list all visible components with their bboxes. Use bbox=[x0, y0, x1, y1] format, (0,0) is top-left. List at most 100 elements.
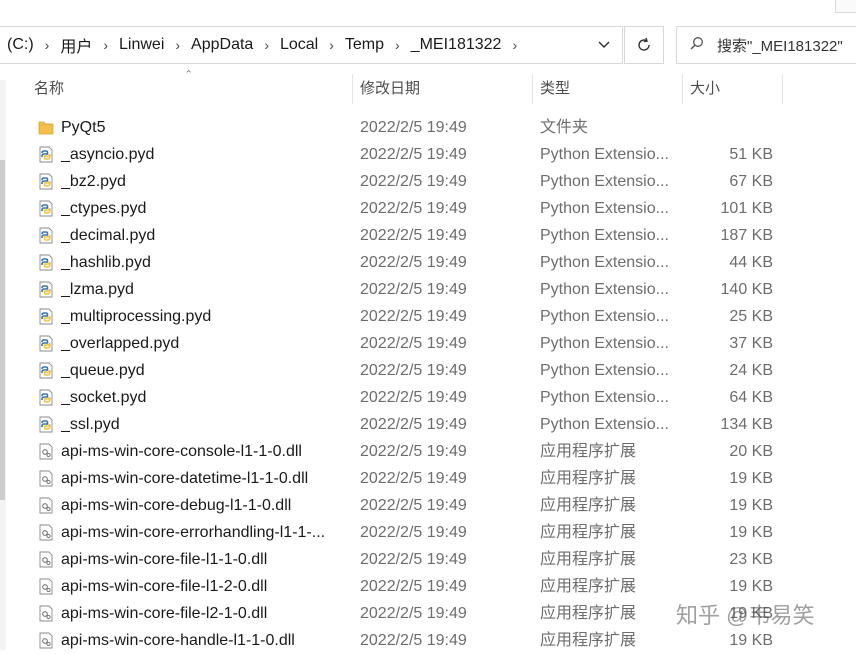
file-date: 2022/2/5 19:49 bbox=[360, 173, 467, 190]
breadcrumb-item[interactable]: Temp bbox=[341, 36, 388, 54]
file-row[interactable]: _lzma.pyd 2022/2/5 19:49 Python Extensio..… bbox=[0, 276, 856, 303]
python-file-icon bbox=[38, 389, 54, 406]
file-date: 2022/2/5 19:49 bbox=[360, 416, 467, 433]
column-divider[interactable] bbox=[532, 74, 533, 104]
breadcrumb-separator-icon[interactable]: › bbox=[38, 37, 57, 53]
file-date: 2022/2/5 19:49 bbox=[360, 362, 467, 379]
file-name: _lzma.pyd bbox=[61, 281, 134, 298]
file-date: 2022/2/5 19:49 bbox=[360, 551, 467, 568]
refresh-button[interactable] bbox=[624, 26, 664, 64]
column-header-row: ⌃ 名称 修改日期 类型 大小 bbox=[0, 69, 856, 106]
file-size: 134 KB bbox=[720, 416, 773, 433]
breadcrumb-item[interactable]: _MEI181322 bbox=[407, 36, 506, 54]
breadcrumb-item[interactable]: AppData bbox=[187, 36, 257, 54]
file-size: 19 KB bbox=[729, 578, 773, 595]
file-name: _decimal.pyd bbox=[61, 227, 156, 244]
file-size bbox=[680, 114, 773, 141]
file-name: _hashlib.pyd bbox=[61, 254, 151, 271]
file-type: 应用程序扩展 bbox=[540, 578, 637, 595]
file-size: 187 KB bbox=[720, 227, 773, 244]
file-row[interactable]: PyQt5 2022/2/5 19:49 文件夹 bbox=[0, 114, 856, 141]
python-file-icon bbox=[38, 335, 54, 352]
column-header-date[interactable]: 修改日期 bbox=[360, 74, 420, 104]
breadcrumb-separator-icon[interactable]: › bbox=[388, 37, 407, 53]
file-name: _socket.pyd bbox=[61, 389, 147, 406]
file-name: _overlapped.pyd bbox=[61, 335, 180, 352]
file-row[interactable]: _ssl.pyd 2022/2/5 19:49 Python Extensio...… bbox=[0, 411, 856, 438]
file-date: 2022/2/5 19:49 bbox=[360, 254, 467, 271]
dll-file-icon bbox=[38, 578, 54, 595]
breadcrumb-separator-icon[interactable]: › bbox=[322, 37, 341, 53]
column-header-size[interactable]: 大小 bbox=[690, 74, 720, 104]
breadcrumb: (C:) › 用户 › Linwei › AppData › Local › Temp › _MEI18… bbox=[3, 27, 524, 63]
file-size: 23 KB bbox=[729, 551, 773, 568]
column-header-name[interactable]: 名称 bbox=[34, 74, 64, 104]
file-row[interactable]: _socket.pyd 2022/2/5 19:49 Python Extensio… bbox=[0, 384, 856, 411]
file-size: 24 KB bbox=[729, 362, 773, 379]
file-row[interactable]: api-ms-win-core-datetime-l1-1-0.dll 2022/… bbox=[0, 465, 856, 492]
column-divider[interactable] bbox=[782, 74, 783, 104]
python-file-icon bbox=[38, 173, 54, 190]
file-size: 37 KB bbox=[729, 335, 773, 352]
file-row[interactable]: api-ms-win-core-console-l1-1-0.dll 2022/2… bbox=[0, 438, 856, 465]
window-top-strip bbox=[0, 0, 856, 14]
file-row[interactable]: api-ms-win-core-file-l1-1-0.dll 2022/2/5 … bbox=[0, 546, 856, 573]
file-size: 19 KB bbox=[729, 524, 773, 541]
file-row[interactable]: _queue.pyd 2022/2/5 19:49 Python Extensio.… bbox=[0, 357, 856, 384]
search-icon bbox=[677, 35, 717, 55]
file-name: api-ms-win-core-datetime-l1-1-0.dll bbox=[61, 470, 309, 487]
file-row[interactable]: _decimal.pyd 2022/2/5 19:49 Python Extensi… bbox=[0, 222, 856, 249]
breadcrumb-separator-icon[interactable]: › bbox=[505, 37, 524, 53]
file-type: 应用程序扩展 bbox=[540, 605, 637, 622]
breadcrumb-item[interactable]: (C:) bbox=[3, 36, 38, 54]
dll-file-icon bbox=[38, 632, 54, 649]
dll-file-icon bbox=[38, 605, 54, 622]
python-file-icon bbox=[38, 362, 54, 379]
file-row[interactable]: _overlapped.pyd 2022/2/5 19:49 Python Exte… bbox=[0, 330, 856, 357]
breadcrumb-separator-icon[interactable]: › bbox=[96, 37, 115, 53]
file-row[interactable]: _ctypes.pyd 2022/2/5 19:49 Python Extensio… bbox=[0, 195, 856, 222]
file-type: 文件夹 bbox=[540, 119, 589, 136]
breadcrumb-separator-icon[interactable]: › bbox=[168, 37, 187, 53]
file-row[interactable]: _multiprocessing.pyd 2022/2/5 19:49 Python… bbox=[0, 303, 856, 330]
file-row[interactable]: api-ms-win-core-errorhandling-l1-1-... 20… bbox=[0, 519, 856, 546]
file-name: api-ms-win-core-file-l1-1-0.dll bbox=[61, 551, 268, 568]
file-type: Python Extensio... bbox=[540, 416, 669, 433]
file-size: 140 KB bbox=[720, 281, 773, 298]
file-name: _multiprocessing.pyd bbox=[61, 308, 212, 325]
file-row[interactable]: api-ms-win-core-debug-l1-1-0.dll 2022/2/5… bbox=[0, 492, 856, 519]
column-header-type[interactable]: 类型 bbox=[540, 74, 570, 104]
chevron-down-icon[interactable] bbox=[592, 27, 616, 63]
file-date: 2022/2/5 19:49 bbox=[360, 497, 467, 514]
file-row[interactable]: _asyncio.pyd 2022/2/5 19:49 Python Extensi… bbox=[0, 141, 856, 168]
file-type: Python Extensio... bbox=[540, 173, 669, 190]
column-divider[interactable] bbox=[682, 74, 683, 104]
file-row[interactable]: api-ms-win-core-file-l1-2-0.dll 2022/2/5 … bbox=[0, 573, 856, 600]
python-file-icon bbox=[38, 227, 54, 244]
refresh-icon bbox=[638, 37, 650, 51]
search-input[interactable]: 搜索"_MEI181322" bbox=[676, 26, 856, 64]
dll-file-icon bbox=[38, 443, 54, 460]
file-row[interactable]: _bz2.pyd 2022/2/5 19:49 Python Extensio...… bbox=[0, 168, 856, 195]
breadcrumb-item[interactable]: Linwei bbox=[115, 36, 168, 54]
file-date: 2022/2/5 19:49 bbox=[360, 470, 467, 487]
file-size: 67 KB bbox=[729, 173, 773, 190]
column-divider[interactable] bbox=[352, 74, 353, 104]
breadcrumb-separator-icon[interactable]: › bbox=[257, 37, 276, 53]
address-bar[interactable]: (C:) › 用户 › Linwei › AppData › Local › Temp › _MEI18… bbox=[0, 26, 623, 64]
file-size: 51 KB bbox=[729, 146, 773, 163]
window-corner bbox=[835, 0, 856, 13]
file-size: 19 KB bbox=[729, 497, 773, 514]
file-type: Python Extensio... bbox=[540, 362, 669, 379]
breadcrumb-item[interactable]: Local bbox=[276, 36, 322, 54]
breadcrumb-item[interactable]: 用户 bbox=[56, 33, 96, 57]
file-type: Python Extensio... bbox=[540, 227, 669, 244]
file-name: _asyncio.pyd bbox=[61, 146, 155, 163]
file-type: 应用程序扩展 bbox=[540, 443, 637, 460]
file-name: api-ms-win-core-debug-l1-1-0.dll bbox=[61, 497, 292, 514]
python-file-icon bbox=[38, 200, 54, 217]
file-type: Python Extensio... bbox=[540, 335, 669, 352]
file-type: 应用程序扩展 bbox=[540, 551, 637, 568]
file-type: 应用程序扩展 bbox=[540, 470, 637, 487]
file-row[interactable]: _hashlib.pyd 2022/2/5 19:49 Python Extensi… bbox=[0, 249, 856, 276]
